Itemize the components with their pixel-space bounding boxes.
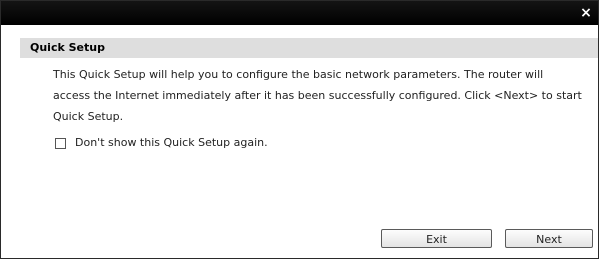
description-text: This Quick Setup will help you to config… [53, 68, 582, 123]
title-bar: × [1, 1, 598, 25]
exit-button[interactable]: Exit [381, 229, 492, 248]
dont-show-again-checkbox[interactable] [55, 137, 66, 149]
section-title: Quick Setup [30, 41, 105, 54]
dont-show-again-row[interactable]: Don't show this Quick Setup again. [55, 135, 268, 151]
close-icon[interactable]: × [577, 4, 595, 22]
next-button[interactable]: Next [505, 229, 593, 248]
quick-setup-dialog: × Quick Setup This Quick Setup will help… [0, 0, 599, 259]
section-header: Quick Setup [20, 38, 598, 58]
dont-show-again-label: Don't show this Quick Setup again. [75, 136, 268, 149]
